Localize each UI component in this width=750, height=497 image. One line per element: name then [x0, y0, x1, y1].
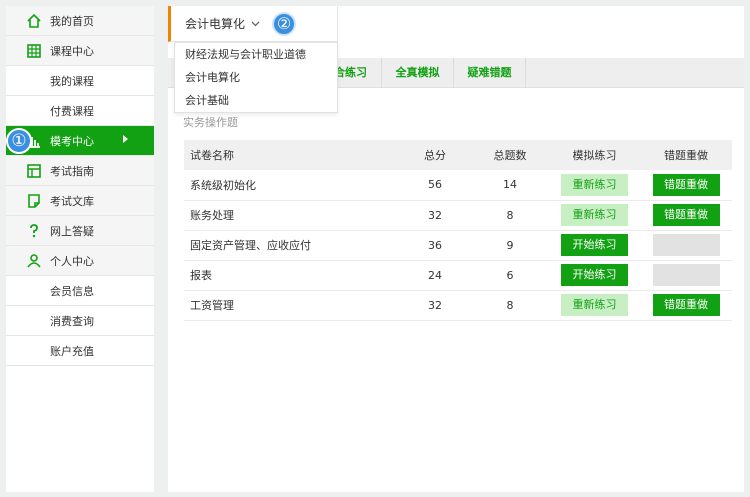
sidebar-item-label: 考试指南 — [50, 164, 94, 178]
exam-count: 14 — [471, 170, 549, 201]
wrong-question-redo-button-disabled: 错题重做 — [652, 264, 720, 286]
wrong-question-redo-button[interactable]: 错题重做 — [652, 294, 720, 316]
layout-icon — [27, 164, 41, 178]
redo-practice-button[interactable]: 重新练习 — [561, 173, 628, 196]
chevron-down-icon — [251, 21, 260, 26]
question-icon — [30, 224, 38, 238]
sidebar-item-course-center[interactable]: 课程中心 — [6, 36, 154, 66]
dropdown-option-finance-law[interactable]: 财经法规与会计职业道德 — [175, 43, 337, 66]
exam-name: 工资管理 — [184, 290, 399, 321]
table-row: 账务处理 32 8 重新练习 错题重做 — [184, 200, 732, 231]
sidebar-item-label: 我的首页 — [50, 14, 94, 28]
sidebar: 我的首页 课程中心 我的课程 付费课程 模考中心 ① 考试指南 考试文库 网上答… — [6, 6, 154, 492]
tab-full-mock[interactable]: 全真模拟 — [382, 58, 454, 88]
step-badge-2: ② — [272, 12, 296, 36]
home-icon — [27, 13, 41, 28]
dropdown-option-accounting-basics[interactable]: 会计基础 — [175, 89, 337, 112]
sidebar-item-home[interactable]: 我的首页 — [6, 6, 154, 36]
table-row: 工资管理 32 8 重新练习 错题重做 — [184, 290, 732, 321]
sidebar-item-mock-exam-center[interactable]: 模考中心 ① — [6, 126, 154, 156]
redo-practice-button[interactable]: 重新练习 — [561, 294, 628, 316]
chevron-right-icon — [123, 135, 128, 143]
person-icon — [27, 254, 41, 268]
column-header-score: 总分 — [399, 140, 471, 170]
sidebar-item-my-courses[interactable]: 我的课程 — [6, 66, 154, 96]
sidebar-item-label: 付费课程 — [50, 104, 94, 118]
wrong-question-redo-button[interactable]: 错题重做 — [652, 204, 720, 226]
table-row: 固定资产管理、应收应付 36 9 开始练习 错题重做 — [184, 230, 732, 261]
sidebar-item-exam-library[interactable]: 考试文库 — [6, 186, 154, 216]
subject-select-value: 会计电算化 — [185, 17, 246, 31]
sidebar-item-personal-center[interactable]: 个人中心 — [6, 246, 154, 276]
grid-icon — [27, 44, 41, 58]
step-badge-1: ① — [6, 128, 32, 154]
exam-score: 56 — [399, 170, 471, 201]
exam-table: 试卷名称 总分 总题数 模拟练习 错题重做 系统级初始化 56 14 重新练习 … — [184, 140, 732, 321]
tab-difficult-questions[interactable]: 疑难错题 — [454, 58, 526, 88]
sidebar-item-account-recharge[interactable]: 账户充值 — [6, 336, 154, 366]
document-icon — [28, 194, 40, 208]
sidebar-item-label: 课程中心 — [50, 44, 94, 58]
start-practice-button[interactable]: 开始练习 — [561, 234, 628, 256]
exam-count: 8 — [471, 200, 549, 231]
exam-score: 32 — [399, 290, 471, 321]
exam-name: 系统级初始化 — [184, 170, 399, 201]
sidebar-item-label: 消费查询 — [50, 314, 94, 328]
section-title: 实务操作题 — [183, 116, 238, 129]
sidebar-item-label: 个人中心 — [50, 254, 94, 268]
column-header-practice: 模拟练习 — [549, 140, 640, 170]
sidebar-item-label: 会员信息 — [50, 284, 94, 298]
exam-name: 固定资产管理、应收应付 — [184, 230, 399, 261]
sidebar-item-label: 账户充值 — [50, 344, 94, 358]
subject-select[interactable]: 会计电算化 ② — [168, 6, 338, 42]
column-header-redo: 错题重做 — [640, 140, 732, 170]
sidebar-item-label: 考试文库 — [50, 194, 94, 208]
table-header-row: 试卷名称 总分 总题数 模拟练习 错题重做 — [184, 140, 732, 170]
subject-dropdown-menu: 财经法规与会计职业道德 会计电算化 会计基础 — [174, 42, 338, 113]
column-header-name: 试卷名称 — [184, 140, 399, 170]
exam-score: 36 — [399, 230, 471, 261]
wrong-question-redo-button[interactable]: 错题重做 — [652, 173, 720, 196]
sidebar-item-spending-query[interactable]: 消费查询 — [6, 306, 154, 336]
sidebar-item-online-qa[interactable]: 网上答疑 — [6, 216, 154, 246]
table-row: 系统级初始化 56 14 重新练习 错题重做 — [184, 170, 732, 201]
exam-name: 账务处理 — [184, 200, 399, 231]
exam-count: 6 — [471, 260, 549, 291]
sidebar-item-paid-courses[interactable]: 付费课程 — [6, 96, 154, 126]
exam-name: 报表 — [184, 260, 399, 291]
start-practice-button[interactable]: 开始练习 — [561, 264, 628, 286]
sidebar-item-label: 网上答疑 — [50, 224, 94, 238]
sidebar-item-label: 模考中心 — [50, 134, 94, 148]
sidebar-item-label: 我的课程 — [50, 74, 94, 88]
wrong-question-redo-button-disabled: 错题重做 — [652, 234, 720, 256]
sidebar-item-member-info[interactable]: 会员信息 — [6, 276, 154, 306]
exam-count: 9 — [471, 230, 549, 261]
redo-practice-button[interactable]: 重新练习 — [561, 204, 628, 226]
dropdown-option-accounting-computerization[interactable]: 会计电算化 — [175, 66, 337, 89]
table-row: 报表 24 6 开始练习 错题重做 — [184, 260, 732, 291]
sidebar-item-exam-guide[interactable]: 考试指南 — [6, 156, 154, 186]
exam-count: 8 — [471, 290, 549, 321]
exam-score: 24 — [399, 260, 471, 291]
column-header-count: 总题数 — [471, 140, 549, 170]
exam-score: 32 — [399, 200, 471, 231]
